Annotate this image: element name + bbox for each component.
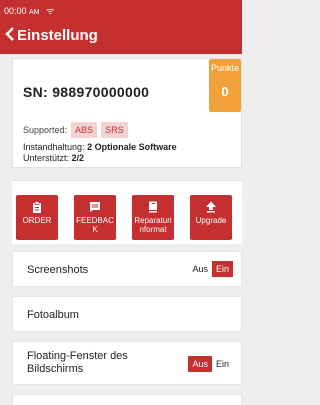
floating-on-option[interactable]: Ein xyxy=(211,356,233,372)
chat-icon xyxy=(90,202,100,212)
floating-window-row: Floating-Fenster des Bildschirms Aus Ein xyxy=(12,341,242,385)
sn-label: SN: xyxy=(23,84,49,100)
screenshots-label: Screenshots xyxy=(27,264,89,276)
wifi-icon: ᯤ xyxy=(46,6,55,16)
support-value: 2/2 xyxy=(71,153,85,163)
feedback-button[interactable]: FEEDBACK xyxy=(74,195,116,240)
device-info-card: SN: 988970000000 Punkte 0 Supported: ABS… xyxy=(12,58,242,168)
repair-info-button[interactable]: Reparaturinformat xyxy=(132,195,174,240)
floating-window-label: Floating-Fenster des Bildschirms xyxy=(27,350,128,375)
status-time: 00:00 xyxy=(4,6,27,16)
maintenance-value: 2 Optionale Software xyxy=(87,142,177,152)
feedback-label: FEEDBACK xyxy=(76,216,114,234)
next-setting-row xyxy=(12,394,242,405)
floating-off-option[interactable]: Aus xyxy=(188,356,212,372)
support-label: Unterstützt: xyxy=(23,153,70,163)
screenshots-on-option[interactable]: Ein xyxy=(211,261,233,277)
points-badge[interactable]: Punkte 0 xyxy=(209,59,241,112)
page-title: Einstellung xyxy=(17,26,98,44)
screenshots-toggle[interactable]: Aus Ein xyxy=(188,261,233,277)
serial-number: SN: 988970000000 xyxy=(23,84,149,100)
upload-icon xyxy=(206,201,216,213)
screenshots-row: Screenshots Aus Ein xyxy=(12,251,242,287)
repair-info-label: Reparaturinformat xyxy=(134,216,172,234)
photo-album-row[interactable]: Fotoalbum xyxy=(12,296,242,332)
status-ampm: AM xyxy=(29,9,40,16)
order-label: ORDER xyxy=(22,216,52,225)
title-bar: Einstellung xyxy=(0,16,242,54)
support-info: Unterstützt: 2/2 xyxy=(23,153,84,163)
maintenance-info: Instandhaltung: 2 Optionale Software xyxy=(23,142,177,152)
sn-value: 988970000000 xyxy=(52,84,150,100)
supported-badge-srs: SRS xyxy=(101,122,128,138)
order-button[interactable]: ORDER xyxy=(16,195,58,240)
supported-badge-abs: ABS xyxy=(71,122,98,138)
photo-album-label: Fotoalbum xyxy=(27,309,79,321)
points-label: Punkte xyxy=(210,63,240,73)
clipboard-icon xyxy=(33,201,41,213)
upgrade-label: Upgrade xyxy=(195,216,227,225)
book-icon xyxy=(149,201,157,213)
upgrade-button[interactable]: Upgrade xyxy=(190,195,232,240)
supported-label: Supported: xyxy=(23,125,68,135)
status-bar: 00:00 AM ᯤ xyxy=(0,0,242,16)
action-bar: ORDER FEEDBACK Reparaturinformat Upgrade xyxy=(12,180,242,244)
screenshots-off-option[interactable]: Aus xyxy=(188,261,212,277)
supported-systems: Supported: ABS SRS xyxy=(23,122,128,138)
maintenance-label: Instandhaltung: xyxy=(23,142,85,152)
floating-window-toggle[interactable]: Aus Ein xyxy=(188,356,233,372)
back-icon[interactable] xyxy=(5,26,15,44)
points-value: 0 xyxy=(221,84,229,99)
